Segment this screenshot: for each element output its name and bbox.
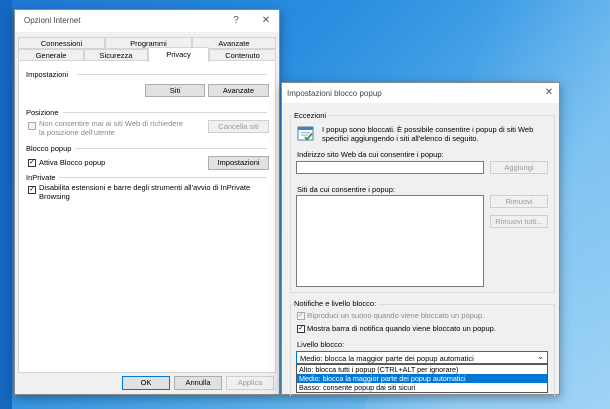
- posizione-check-label: Non consentire mai ai siti Web di richie…: [39, 119, 184, 137]
- tab-contenuto[interactable]: Contenuto: [209, 49, 276, 61]
- internet-options-window: Opzioni Internet ? ✕ Connessioni Program…: [14, 9, 280, 395]
- attiva-blocco-checkbox[interactable]: ✓: [28, 159, 36, 167]
- siti-button[interactable]: Siti: [145, 84, 205, 97]
- chevron-down-icon: ⌄: [537, 352, 544, 361]
- allowed-sites-label: Siti da cui consentire i popup:: [297, 185, 395, 194]
- window-title: Opzioni Internet: [24, 16, 81, 25]
- popup-close-button[interactable]: ✕: [540, 85, 558, 101]
- impostazioni-section-label: Impostazioni: [26, 70, 69, 79]
- livello-blocco-dropdown[interactable]: Medio: blocca la maggior parte dei popup…: [296, 351, 548, 364]
- impostazioni-popup-button[interactable]: Impostazioni: [208, 156, 269, 170]
- tab-panel-privacy: [18, 60, 276, 373]
- posizione-separator: [63, 112, 267, 113]
- avanzate-button[interactable]: Avanzate: [208, 84, 269, 97]
- tab-privacy[interactable]: Privacy: [148, 47, 209, 62]
- inprivate-checkbox[interactable]: ✓: [28, 186, 36, 194]
- inprivate-check-label: Disabilita estensioni e barre degli stru…: [39, 183, 251, 201]
- address-input[interactable]: [296, 161, 484, 174]
- address-label: Indirizzo sito Web da cui consentire i p…: [297, 150, 444, 159]
- tab-connessioni[interactable]: Connessioni: [18, 37, 105, 49]
- notifiche-label: Notifiche e livello blocco:: [292, 299, 379, 308]
- rimuovi-tutti-button[interactable]: Rimuovi tutti...: [490, 215, 548, 228]
- barra-notifica-checkbox[interactable]: ✓: [297, 325, 305, 333]
- livello-option-basso[interactable]: Basso: consente popup dai siti sicuri: [297, 383, 547, 392]
- rimuovi-button[interactable]: Rimuovi: [490, 195, 548, 208]
- popup-blocker-settings-window: Impostazioni blocco popup ✕ Eccezioni I …: [281, 82, 560, 396]
- annulla-button[interactable]: Annulla: [174, 376, 222, 390]
- impostazioni-separator: [77, 74, 267, 75]
- livello-option-alto[interactable]: Alto: blocca tutti i popup (CTRL+ALT per…: [297, 365, 547, 374]
- livello-blocco-selected: Medio: blocca la maggior parte dei popup…: [300, 354, 474, 363]
- blocco-popup-section-label: Blocco popup: [26, 144, 72, 153]
- ok-button[interactable]: OK: [122, 376, 170, 390]
- suono-check-label: Riproduci un suono quando viene bloccato…: [307, 311, 485, 320]
- aggiungi-button[interactable]: Aggiungi: [490, 161, 548, 174]
- blocco-popup-separator: [75, 148, 267, 149]
- livello-blocco-options-list: Alto: blocca tutti i popup (CTRL+ALT per…: [296, 364, 548, 393]
- applica-button[interactable]: Applica: [226, 376, 274, 390]
- popup-title-bar: Impostazioni blocco popup ✕: [282, 83, 559, 103]
- cancella-siti-button[interactable]: Cancella siti: [208, 120, 269, 133]
- desktop-edge: [0, 0, 12, 409]
- eccezioni-info-line2: specifici aggiungendo i siti all'elenco …: [322, 134, 479, 143]
- livello-option-medio[interactable]: Medio: blocca la maggior parte dei popup…: [297, 374, 547, 383]
- popup-window-icon: [297, 126, 314, 141]
- livello-blocco-label: Livello blocco:: [297, 340, 345, 349]
- help-button[interactable]: ?: [227, 13, 245, 29]
- close-button[interactable]: ✕: [257, 13, 275, 29]
- title-bar: Opzioni Internet ? ✕: [15, 10, 279, 32]
- eccezioni-info-line1: I popup sono bloccati. È possibile conse…: [322, 125, 534, 134]
- inprivate-separator: [59, 177, 267, 178]
- suono-checkbox[interactable]: ✓: [297, 312, 305, 320]
- posizione-section-label: Posizione: [26, 108, 59, 117]
- popup-window-title: Impostazioni blocco popup: [287, 89, 382, 98]
- allowed-sites-list[interactable]: [296, 195, 484, 287]
- inprivate-section-label: InPrivate: [26, 173, 56, 182]
- eccezioni-label: Eccezioni: [292, 111, 329, 120]
- barra-notifica-label: Mostra barra di notifica quando viene bl…: [307, 324, 496, 333]
- attiva-blocco-label: Attiva Blocco popup: [39, 158, 106, 167]
- posizione-checkbox[interactable]: [28, 122, 36, 130]
